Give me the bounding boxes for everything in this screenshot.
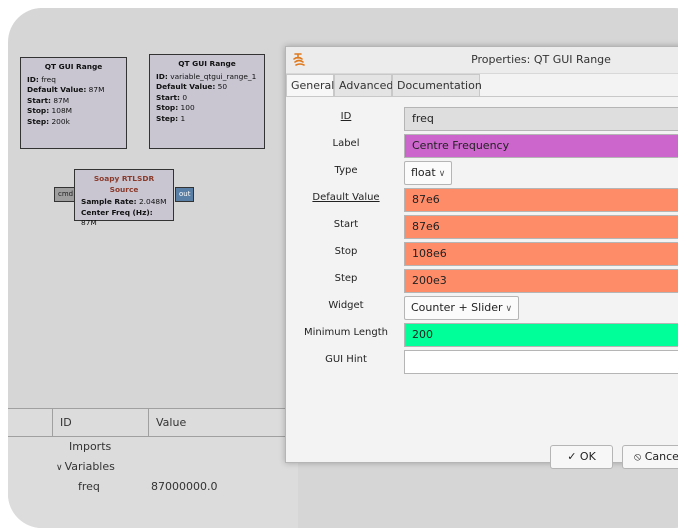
label-gui-hint: GUI Hint	[325, 354, 367, 365]
block-param: Default Value: 87M	[27, 85, 105, 94]
label-step: Step	[334, 273, 358, 284]
label-minimum-length: Minimum Length	[303, 327, 388, 338]
label-type: Type	[334, 165, 358, 176]
block-param: Default Value: 50	[156, 82, 228, 91]
block-param: Stop: 108M	[27, 106, 73, 115]
label-widget: Widget	[328, 300, 364, 311]
block-title: QT GUI Range	[44, 62, 103, 71]
tree-item-variables[interactable]: ∨ Variables	[56, 460, 115, 473]
variables-header: ID Value	[8, 409, 298, 437]
col-value-header[interactable]: Value	[156, 416, 186, 429]
block-param: Step: 1	[156, 113, 186, 123]
label-default-value: Default Value	[312, 192, 380, 203]
tab-bar: General Advanced Documentation	[286, 74, 678, 96]
window-frame: QT GUI Range ID: freq Default Value: 87M…	[8, 8, 678, 528]
block-param: Step: 200k	[27, 116, 70, 126]
dialog-title: Properties: QT GUI Range	[471, 53, 611, 66]
tab-general[interactable]: General	[286, 74, 334, 96]
block-title: Soapy RTLSDR Source	[93, 174, 155, 194]
label-id: ID	[340, 111, 352, 122]
chevron-down-icon: ∨	[438, 169, 446, 179]
stop-field[interactable]: 108e6	[404, 242, 678, 266]
block-param: ID: freq	[27, 74, 56, 84]
tree-item-imports[interactable]: Imports	[69, 440, 111, 453]
step-field[interactable]: 200e3	[404, 269, 678, 293]
block-param: Center Freq (Hz): 87M	[81, 207, 153, 228]
label-start: Start	[333, 219, 359, 230]
qt-gui-range-block-freq[interactable]: QT GUI Range ID: freq Default Value: 87M…	[20, 57, 127, 149]
cancel-icon: ⦸	[634, 450, 642, 463]
tree-item-freq-value: 87000000.0	[151, 480, 218, 493]
check-icon: ✓	[567, 450, 577, 463]
tab-advanced[interactable]: Advanced	[334, 74, 393, 96]
default-value-field[interactable]: 87e6	[404, 188, 678, 212]
block-param: Sample Rate: 2.048M	[81, 197, 167, 206]
label-stop: Stop	[334, 246, 358, 257]
dialog-titlebar[interactable]: Properties: QT GUI Range	[286, 47, 678, 74]
block-param: Start: 87M	[27, 95, 70, 105]
label-field[interactable]: Centre Frequency	[404, 134, 678, 158]
type-select[interactable]: float ∨	[404, 161, 453, 185]
widget-select[interactable]: Counter + Slider ∨	[404, 296, 520, 320]
cancel-button[interactable]: ⦸ Cancel	[622, 445, 678, 469]
block-param: ID: variable_qtgui_range_1	[156, 71, 257, 81]
ok-button[interactable]: ✓ OK	[550, 445, 613, 469]
properties-dialog: Properties: QT GUI Range General Advance…	[285, 46, 678, 469]
start-field[interactable]: 87e6	[404, 215, 678, 239]
qt-gui-range-block-2[interactable]: QT GUI Range ID: variable_qtgui_range_1 …	[149, 54, 265, 149]
soapy-rtlsdr-source-block[interactable]: Soapy RTLSDR Source Sample Rate: 2.048M …	[74, 169, 174, 227]
tab-documentation[interactable]: Documentation	[392, 74, 482, 96]
block-title: QT GUI Range	[178, 59, 236, 68]
minimum-length-field[interactable]: 200	[404, 323, 678, 347]
expand-chevron-icon[interactable]: ∨	[56, 463, 63, 473]
col-id-header[interactable]: ID	[60, 416, 72, 429]
chevron-down-icon: ∨	[505, 304, 513, 314]
block-param: Start: 0	[156, 92, 188, 102]
label-label: Label	[332, 138, 360, 149]
tree-item-freq[interactable]: freq	[78, 480, 100, 493]
out-port[interactable]: out	[175, 187, 195, 202]
id-field[interactable]: freq	[404, 107, 678, 131]
block-param: Stop: 100	[156, 103, 195, 112]
gui-hint-field[interactable]	[404, 350, 678, 374]
variables-panel: ID Value Imports ∨ Variables freq 8700000…	[8, 408, 298, 528]
